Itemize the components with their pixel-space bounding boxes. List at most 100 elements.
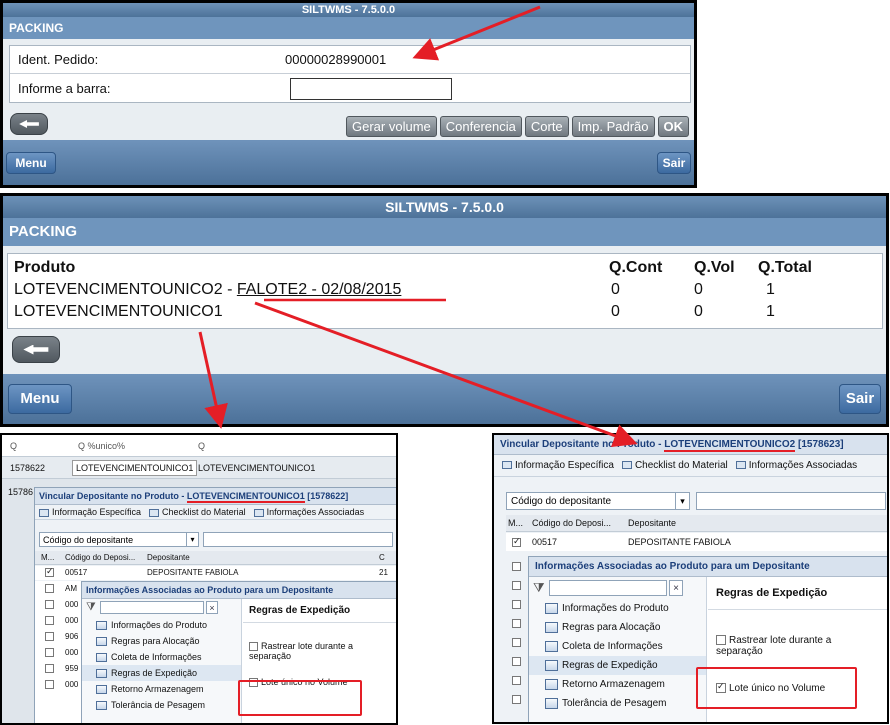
tree-item-retorno[interactable]: Retorno Armazenagem (529, 675, 706, 694)
table-row[interactable] (506, 667, 528, 686)
tree-item-coleta[interactable]: Coleta de Informações (82, 649, 241, 665)
product-name: LOTEVENCIMENTOUNICO2 - FALOTE2 - 02/08/2… (14, 281, 401, 299)
row-checkbox[interactable] (512, 676, 521, 686)
table-row[interactable]: 00517 DEPOSITANTE FABIOLA 21 (35, 566, 396, 580)
col-depositante: Depositante (147, 553, 190, 562)
row-checkbox[interactable] (45, 664, 54, 674)
back-button[interactable] (10, 113, 48, 135)
dialog-title-product: LOTEVENCIMENTOUNICO2 (664, 439, 796, 452)
imp-padrao-button[interactable]: Imp. Padrão (571, 116, 655, 137)
row-checkbox[interactable] (45, 566, 54, 578)
table-row[interactable]: LOTEVENCIMENTOUNICO1 0 0 1 (14, 303, 882, 323)
tree-item-informacoes-produto[interactable]: Informações do Produto (529, 599, 706, 618)
filter-icon[interactable]: ⧩ (86, 601, 96, 614)
action-buttons: Gerar volume Conferencia Corte Imp. Padr… (343, 116, 689, 137)
tree-item-retorno[interactable]: Retorno Armazenagem (82, 681, 241, 697)
tree-item-tolerancia[interactable]: Tolerância de Pesagem (529, 694, 706, 713)
table-row[interactable] (506, 629, 528, 648)
tab-checklist[interactable]: Checklist do Material (149, 507, 246, 517)
option-rastrear[interactable]: Rastrear lote durante a separação (716, 635, 876, 657)
filter-icon[interactable]: ⧩ (533, 580, 545, 596)
col-codigo: Código do Deposi... (532, 518, 612, 528)
cell-desc: LOTEVENCIMENTOUNICO1 (198, 463, 316, 473)
select-search-input[interactable] (203, 532, 393, 547)
row-checkbox[interactable] (45, 680, 54, 690)
table-row[interactable]: AM (35, 581, 87, 597)
table-row[interactable] (506, 591, 528, 610)
form-row-barcode: Informe a barra: (10, 74, 690, 103)
tree-item-regras-alocacao[interactable]: Regras para Alocação (529, 618, 706, 637)
row-checkbox[interactable] (512, 657, 521, 667)
select-row: Código do depositante ▾ (39, 532, 396, 548)
tab-icon (735, 461, 746, 470)
row-checkbox[interactable] (512, 695, 521, 705)
table-row[interactable] (506, 648, 528, 667)
tab-informacao-especifica[interactable]: Informação Específica (502, 460, 614, 471)
row-checkbox[interactable] (45, 600, 54, 610)
corte-button[interactable]: Corte (524, 116, 569, 137)
table-row[interactable]: 959 (35, 661, 87, 677)
tree-filter-input[interactable] (100, 601, 204, 614)
table-row[interactable]: 1578622 LOTEVENCIMENTOUNICO1 LOTEVENCIME… (2, 457, 396, 479)
row-checkbox[interactable] (512, 581, 521, 591)
sair-button[interactable]: Sair (657, 152, 691, 174)
table-row[interactable]: 000 (35, 613, 87, 629)
tree-item-tolerancia[interactable]: Tolerância de Pesagem (82, 697, 241, 713)
tree-item-label: Coleta de Informações (111, 652, 202, 662)
filter-search-1[interactable]: Q (10, 441, 17, 451)
row-checkbox[interactable] (45, 632, 54, 642)
grid-header: M... Código do Deposi... Depositante C (35, 551, 396, 565)
table-row[interactable] (506, 572, 528, 591)
row-checkbox[interactable] (45, 584, 54, 594)
select-search-input[interactable] (696, 492, 886, 510)
document-icon (545, 641, 558, 652)
row-checkbox[interactable] (512, 619, 521, 629)
conferencia-button[interactable]: Conferencia (439, 116, 522, 137)
back-button[interactable] (12, 336, 60, 363)
table-row[interactable]: 000 (35, 677, 87, 693)
menu-button[interactable]: Menu (6, 152, 56, 174)
tab-label: Informação Específica (52, 507, 142, 517)
row-checkbox[interactable] (512, 562, 521, 572)
tree-item-regras-expedicao[interactable]: Regras de Expedição (82, 665, 241, 681)
table-row[interactable]: LOTEVENCIMENTOUNICO2 - FALOTE2 - 02/08/2… (14, 281, 882, 301)
depositante-select[interactable]: Código do depositante ▾ (506, 492, 690, 510)
row-checkbox[interactable] (512, 536, 521, 548)
table-row[interactable] (506, 686, 528, 705)
table-row[interactable]: 000 (35, 645, 87, 661)
tab-informacao-especifica[interactable]: Informação Específica (39, 507, 141, 517)
ok-button[interactable]: OK (657, 116, 689, 137)
table-row[interactable] (506, 610, 528, 629)
sair-button[interactable]: Sair (839, 384, 881, 414)
table-row[interactable] (506, 553, 528, 572)
tree-item-informacoes-produto[interactable]: Informações do Produto (82, 617, 241, 633)
tab-informacoes-associadas[interactable]: Informações Associadas (735, 460, 857, 471)
product-table: Produto Q.Cont Q.Vol Q.Total LOTEVENCIME… (7, 253, 883, 329)
option-rastrear[interactable]: Rastrear lote durante a separação (249, 641, 389, 661)
tree-item-regras-alocacao[interactable]: Regras para Alocação (82, 633, 241, 649)
col-c: C (379, 553, 385, 562)
tree-filter-input[interactable] (549, 580, 667, 596)
filter-search-3[interactable]: Q (198, 441, 205, 451)
tree-item-regras-expedicao[interactable]: Regras de Expedição (529, 656, 706, 675)
row-checkbox[interactable] (45, 648, 54, 658)
clear-icon[interactable]: × (669, 580, 683, 596)
row-checkbox[interactable] (45, 616, 54, 626)
rastrear-checkbox[interactable] (716, 635, 726, 646)
left-code-column: AM 000 000 906 000 959 000 (35, 581, 87, 723)
gerar-volume-button[interactable]: Gerar volume (346, 116, 437, 137)
row-checkbox[interactable] (512, 600, 521, 610)
clear-icon[interactable]: × (206, 601, 218, 614)
row-checkbox[interactable] (512, 638, 521, 648)
table-row[interactable]: 000 (35, 597, 87, 613)
rastrear-checkbox[interactable] (249, 642, 258, 652)
tab-informacoes-associadas[interactable]: Informações Associadas (253, 507, 364, 517)
tree-item-coleta[interactable]: Coleta de Informações (529, 637, 706, 656)
menu-button[interactable]: Menu (8, 384, 72, 414)
table-row[interactable]: 00517 DEPOSITANTE FABIOLA (506, 533, 887, 551)
depositante-select[interactable]: Código do depositante ▾ (39, 532, 199, 547)
barcode-input[interactable] (290, 77, 452, 100)
table-row[interactable]: 906 (35, 629, 87, 645)
filter-search-2[interactable]: Q %unico% (78, 441, 125, 451)
tab-checklist[interactable]: Checklist do Material (621, 460, 728, 471)
